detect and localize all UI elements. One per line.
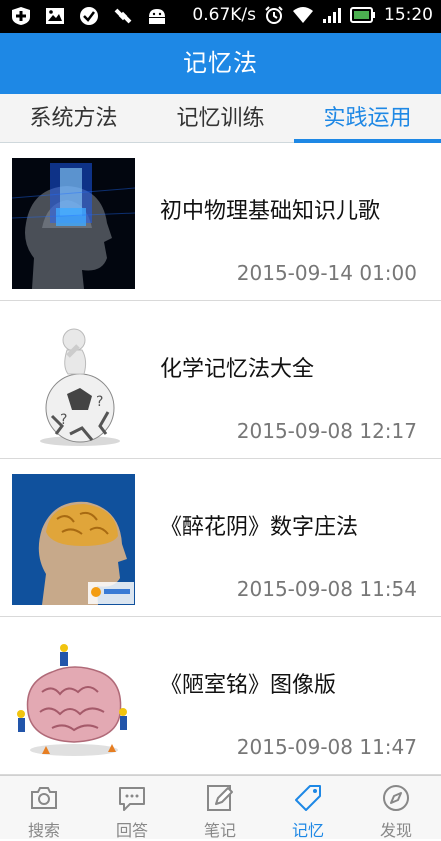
camera-icon [31, 787, 57, 809]
article-list: 初中物理基础知识儿歌 2015-09-14 01:00 ? ? 化学记忆法大全 … [0, 143, 441, 775]
tab-practical-use[interactable]: 实践运用 [294, 94, 441, 143]
article-date: 2015-09-08 11:47 [236, 735, 417, 759]
nav-label: 回答 [115, 821, 148, 840]
alarm-icon [265, 6, 283, 24]
status-bar: 0.67K/s 15:20 [0, 0, 441, 33]
app-header: 记忆法 [0, 33, 441, 94]
nav-label: 搜索 [27, 821, 60, 840]
pencil-note-icon [207, 785, 233, 811]
article-title: 初中物理基础知识儿歌 [160, 199, 381, 224]
nav-discover[interactable]: 发现 [352, 776, 440, 840]
signal-icon [323, 8, 341, 23]
chat-bubble-icon [119, 787, 145, 811]
nav-search[interactable]: 搜索 [0, 776, 88, 840]
android-icon [149, 9, 165, 24]
bottom-nav: 搜索 回答 笔记 记忆 发现 [0, 775, 441, 840]
digital-head-image [12, 158, 135, 289]
article-date: 2015-09-14 01:00 [236, 261, 417, 285]
list-item[interactable]: 初中物理基础知识儿歌 2015-09-14 01:00 [0, 143, 441, 301]
article-title: 化学记忆法大全 [160, 357, 315, 382]
figure-on-ball-image: ? ? [12, 316, 135, 447]
compass-icon [383, 785, 409, 811]
nav-notes[interactable]: 笔记 [176, 776, 264, 840]
article-title: 《醉花阴》数字庄法 [160, 515, 359, 540]
system-status: 0.67K/s 15:20 [192, 5, 433, 25]
list-item[interactable]: 《陋室铭》图像版 2015-09-08 11:47 [0, 617, 441, 775]
brain-xray-image [12, 474, 135, 605]
battery-icon [350, 7, 375, 23]
article-title: 《陋室铭》图像版 [160, 673, 337, 698]
list-item[interactable]: 《醉花阴》数字庄法 2015-09-08 11:54 [0, 459, 441, 617]
brain-workers-image [12, 632, 135, 763]
clock: 15:20 [384, 5, 433, 25]
network-speed: 0.67K/s [192, 5, 256, 25]
tag-icon [295, 785, 321, 811]
article-date: 2015-09-08 11:54 [236, 577, 417, 601]
tab-memory-training[interactable]: 记忆训练 [147, 94, 294, 143]
wifi-icon [293, 7, 313, 23]
medical-plus-icon [12, 7, 30, 25]
check-circle-icon [80, 7, 98, 25]
svg-text:?: ? [60, 412, 67, 428]
tab-system-methods[interactable]: 系统方法 [0, 94, 147, 143]
nav-answer[interactable]: 回答 [88, 776, 176, 840]
article-thumbnail [12, 158, 135, 289]
svg-text:?: ? [96, 394, 103, 410]
notification-icons [10, 6, 168, 26]
article-thumbnail [12, 474, 135, 605]
image-icon [46, 8, 64, 24]
satellite-icon [114, 8, 132, 24]
nav-label: 笔记 [203, 821, 236, 840]
article-thumbnail: ? ? [12, 316, 135, 447]
article-date: 2015-09-08 12:17 [236, 419, 417, 443]
nav-label: 记忆 [291, 821, 324, 840]
tab-bar: 系统方法 记忆训练 实践运用 [0, 94, 441, 143]
nav-memory[interactable]: 记忆 [264, 776, 352, 840]
list-item[interactable]: ? ? 化学记忆法大全 2015-09-08 12:17 [0, 301, 441, 459]
nav-label: 发现 [379, 821, 412, 840]
article-thumbnail [12, 632, 135, 763]
page-title: 记忆法 [183, 49, 258, 77]
